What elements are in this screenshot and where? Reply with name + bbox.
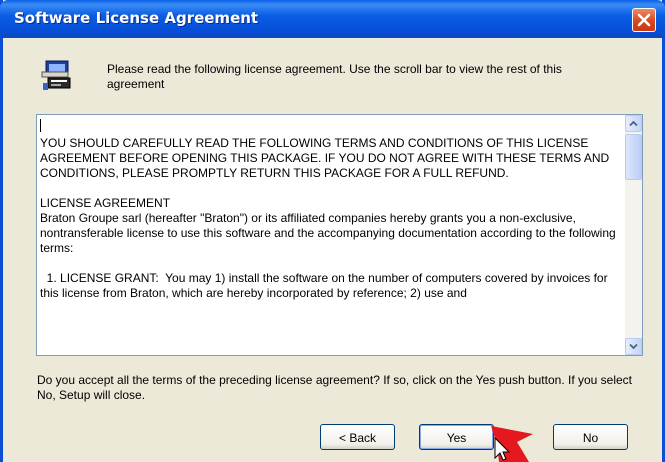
- no-button[interactable]: No: [553, 424, 628, 450]
- license-paragraph-grant-intro: Braton Groupe sarl (hereafter "Braton") …: [40, 211, 616, 255]
- license-text: YOU SHOULD CAREFULLY READ THE FOLLOWING …: [40, 119, 624, 316]
- back-button[interactable]: < Back: [320, 424, 395, 450]
- license-paragraph-grant: 1. LICENSE GRANT: You may 1) install the…: [40, 271, 611, 300]
- yes-button[interactable]: Yes: [419, 424, 494, 450]
- close-icon: [637, 13, 651, 27]
- license-dialog: Software License Agreement Please read t…: [0, 0, 665, 462]
- text-caret: [40, 119, 41, 132]
- vertical-scrollbar[interactable]: [625, 115, 642, 355]
- scroll-up-arrow-icon: [629, 120, 638, 127]
- header-instruction: Please read the following license agreem…: [107, 62, 562, 91]
- scroll-thumb[interactable]: [625, 134, 642, 180]
- window-title: Software License Agreement: [14, 9, 259, 27]
- scroll-down-button[interactable]: [625, 338, 642, 355]
- annotation-arrow-icon: [491, 426, 533, 462]
- close-button[interactable]: [632, 8, 656, 32]
- license-text-box[interactable]: YOU SHOULD CAREFULLY READ THE FOLLOWING …: [36, 114, 643, 356]
- title-bar[interactable]: Software License Agreement: [0, 0, 665, 38]
- scroll-down-arrow-icon: [629, 343, 638, 350]
- license-paragraph-warning: YOU SHOULD CAREFULLY READ THE FOLLOWING …: [40, 136, 610, 180]
- scroll-up-button[interactable]: [625, 115, 642, 132]
- accept-question: Do you accept all the terms of the prece…: [37, 373, 633, 402]
- setup-computer-icon: [41, 60, 71, 90]
- license-heading: LICENSE AGREEMENT: [40, 196, 171, 210]
